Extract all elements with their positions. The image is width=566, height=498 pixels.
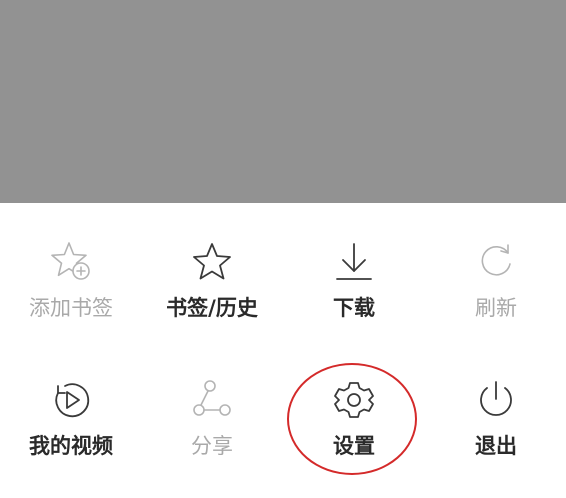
- refresh-icon: [474, 240, 518, 284]
- star-icon: [190, 240, 234, 284]
- menu-item-label: 添加书签: [29, 296, 113, 320]
- video-play-icon: [49, 378, 93, 422]
- menu-item-add-bookmark[interactable]: 添加书签: [0, 240, 142, 360]
- menu-item-share[interactable]: 分享: [141, 378, 283, 498]
- menu-item-label: 设置: [333, 434, 375, 458]
- menu-item-label: 我的视频: [29, 434, 113, 458]
- settings-gear-icon: [332, 378, 376, 422]
- menu-item-label: 分享: [191, 434, 233, 458]
- menu-item-label: 书签/历史: [166, 296, 258, 320]
- download-icon: [332, 240, 376, 284]
- menu-item-label: 退出: [475, 434, 517, 458]
- add-bookmark-icon: [49, 240, 93, 284]
- menu-item-bookmarks-history[interactable]: 书签/历史: [141, 240, 283, 360]
- menu-item-refresh[interactable]: 刷新: [425, 240, 566, 360]
- power-icon: [474, 378, 518, 422]
- menu-item-exit[interactable]: 退出: [425, 378, 566, 498]
- menu-item-label: 下载: [333, 296, 375, 320]
- menu-item-my-videos[interactable]: 我的视频: [0, 378, 142, 498]
- dimmed-background-overlay[interactable]: [0, 0, 566, 203]
- share-icon: [190, 378, 234, 422]
- menu-item-label: 刷新: [475, 296, 517, 320]
- bottom-menu-sheet: 添加书签 书签/历史 下载 刷新 我的视频 分享 设置 退出: [0, 203, 566, 479]
- menu-item-download[interactable]: 下载: [283, 240, 425, 360]
- menu-item-settings[interactable]: 设置: [283, 378, 425, 498]
